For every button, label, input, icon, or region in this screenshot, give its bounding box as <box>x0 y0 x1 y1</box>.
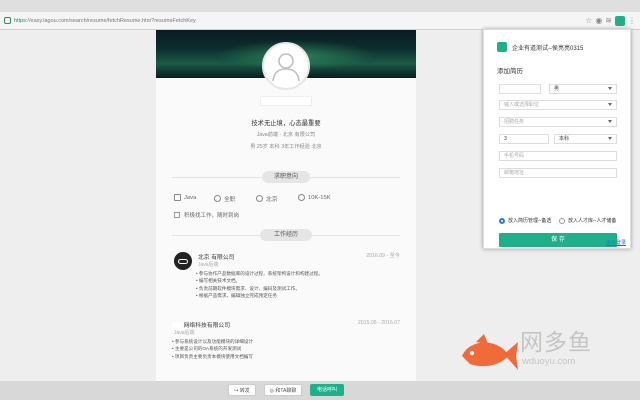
job-date: 2015.06 - 2016.07 <box>357 320 400 326</box>
star-icon[interactable]: ☆ <box>585 15 592 27</box>
radio-icon[interactable] <box>559 217 565 224</box>
logout-link[interactable]: 退出登录 <box>606 239 626 246</box>
job-company: 北京 有限公司 <box>198 255 235 261</box>
name-redacted <box>260 96 312 106</box>
motto: 技术无止境，心态最重要 <box>251 120 321 127</box>
lock-icon <box>4 17 11 24</box>
menu-icon[interactable]: ⋮ <box>628 15 636 27</box>
fish-logo-icon <box>462 334 518 370</box>
gender-select[interactable]: 男 <box>549 84 617 94</box>
app-logo-icon <box>497 42 507 52</box>
section-intent: 求职意向 <box>262 171 310 183</box>
tab-strip <box>0 0 640 12</box>
list-item: 参与系统设计以及功能模块的详细设计 <box>172 338 253 345</box>
briefcase-icon <box>174 194 181 201</box>
radio-icon[interactable] <box>499 217 505 224</box>
location-icon <box>256 195 263 202</box>
list-item: 参与协作产品数据库的设计过程、系统架构设计和构建过程。 <box>196 270 323 277</box>
address-bar[interactable]: https://easy.lagou.com/search/resume/fet… <box>0 12 640 30</box>
intent-type: 全职 <box>214 194 236 203</box>
position-company: Java前端 · 北京 有限公司 <box>256 132 316 138</box>
job-bullets: 参与系统设计以及功能模块的详细设计 主要是公司的OA系统的开发测试 项目负责主要… <box>172 338 253 360</box>
job-entry-2: 网络科技有限公司 2015.06 - 2016.07 Java后端 参与系统设计… <box>172 320 400 370</box>
watermark-en: wduoyu.com <box>522 356 576 367</box>
company-logo <box>174 252 192 270</box>
list-item: 项目负责主要负责本模块使用文档编写 <box>172 353 253 360</box>
intent-language: Java <box>174 194 196 201</box>
job-entry-1: 北京 有限公司 2016.09 - 至今 Java后端 参与协作产品数据库的设计… <box>174 252 400 312</box>
list-item: 编写相关技术文档。 <box>196 277 323 284</box>
job-company: 网络科技有限公司 <box>172 320 230 329</box>
popup-header: 企业有道测试--侯亮亮0315 <box>497 42 583 52</box>
phone-field[interactable]: 手机号码 <box>499 151 617 161</box>
url-text[interactable]: https://easy.lagou.com/search/resume/fet… <box>14 18 196 24</box>
education-select[interactable]: 本科 <box>554 134 617 144</box>
job-role: Java后端 <box>174 330 195 336</box>
save-button[interactable]: 保 存 <box>499 233 617 247</box>
job-task-select[interactable]: 招聘任务 <box>499 117 617 127</box>
intent-salary: 10K-15K <box>298 194 331 201</box>
checkbox-icon <box>174 212 180 218</box>
chevron-down-icon <box>608 137 612 140</box>
job-role: Java后端 <box>198 262 219 268</box>
status-checkbox: 积极找工作，随时到岗 <box>174 211 239 219</box>
radio-manage[interactable]: 放入简历管理--备选 <box>499 217 551 224</box>
user-icon <box>272 53 300 82</box>
chat-button[interactable]: ◎ 和TA聊聊 <box>264 384 302 396</box>
toolbar-icons: ☆ ◉ ≋ ⋮ <box>585 15 636 27</box>
list-item: 根据产品需求，编辑独立完成预定任务 <box>196 292 323 299</box>
lagou-extension-icon[interactable] <box>615 16 625 26</box>
avatar <box>262 42 310 90</box>
chevron-down-icon <box>608 103 612 106</box>
list-item: 负责前期软件模块需求、设计、编码及测试工作。 <box>196 285 323 292</box>
popup-title: 添加简历 <box>497 68 523 75</box>
years-field[interactable]: 3 <box>499 134 549 144</box>
list-item: 主要是公司的OA系统的开发测试 <box>172 345 253 352</box>
chevron-down-icon <box>608 87 612 90</box>
forward-button[interactable]: ↪ 转发 <box>228 384 256 396</box>
watermark-cn: 网多鱼 <box>520 330 592 356</box>
chevron-down-icon <box>608 120 612 123</box>
position-select[interactable]: 输入或选择职位 <box>499 100 617 110</box>
personal-info: 男 25岁 本科 3年工作经验 北京 <box>250 144 322 150</box>
job-bullets: 参与协作产品数据库的设计过程、系统架构设计和构建过程。 编写相关技术文档。 负责… <box>196 270 323 299</box>
call-button[interactable]: 电话呼叫 <box>310 384 344 396</box>
name-field[interactable] <box>499 84 541 94</box>
email-field[interactable]: 邮箱地址 <box>499 168 617 178</box>
clock-icon <box>214 195 221 202</box>
wifi-icon[interactable]: ≋ <box>605 15 612 27</box>
watermark: 网多鱼 wduoyu.com <box>458 330 592 372</box>
extension-popup: 企业有道测试--侯亮亮0315 添加简历 男 输入或选择职位 招聘任务 3 本科… <box>483 29 631 249</box>
extension-icon[interactable]: ◉ <box>595 15 602 27</box>
resume-card: 技术无止境，心态最重要 Java前端 · 北京 有限公司 男 25岁 本科 3年… <box>156 30 416 400</box>
radio-talent-pool[interactable]: 放入人才库--人才储备 <box>559 217 616 224</box>
money-icon <box>298 194 305 201</box>
intent-city: 北京 <box>256 194 278 203</box>
section-experience: 工作经历 <box>260 229 312 241</box>
job-date: 2016.09 - 至今 <box>366 253 400 259</box>
